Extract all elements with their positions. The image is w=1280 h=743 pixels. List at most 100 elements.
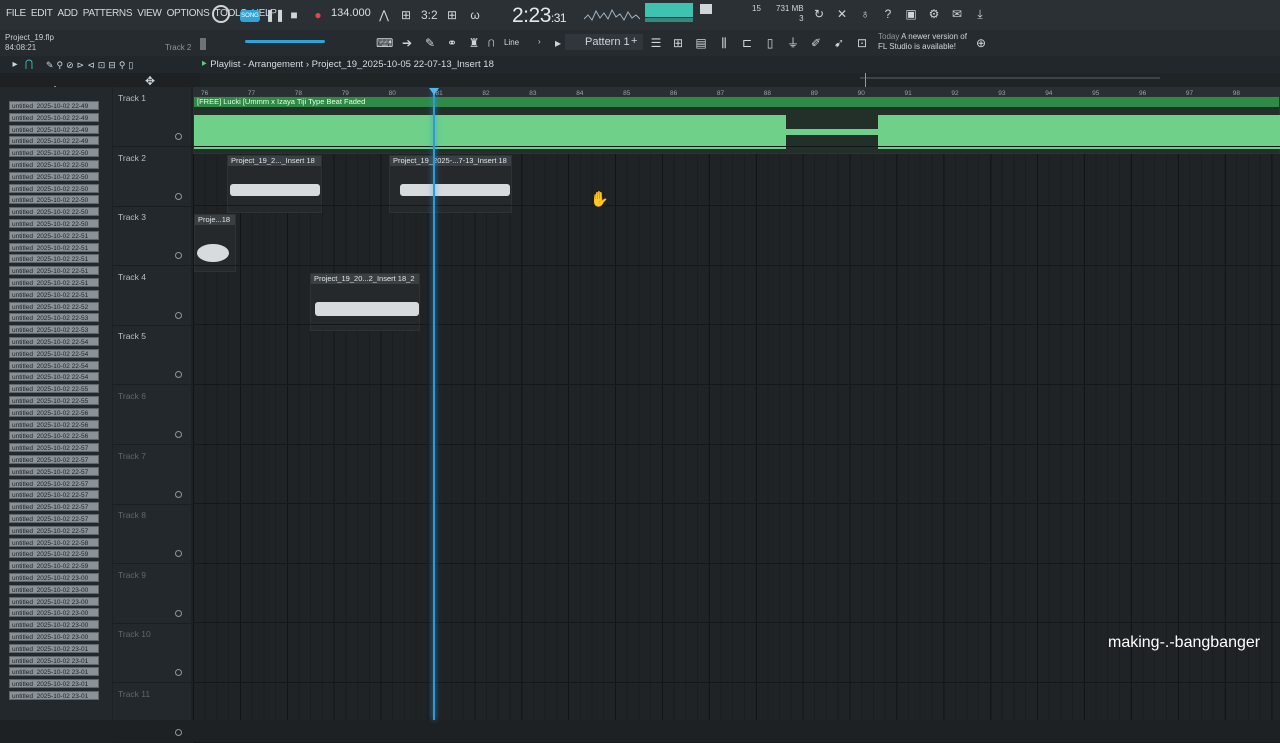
browser-file-item[interactable]: untitled_2025-10-02 22-58 xyxy=(9,537,99,547)
wait-input-icon[interactable]: ⊞ xyxy=(398,8,414,22)
tempo-display[interactable]: 134.000 xyxy=(331,7,371,19)
track-mute-icon[interactable] xyxy=(175,669,182,677)
track-header[interactable]: Track 1 xyxy=(113,87,191,147)
browser-tree-icon[interactable]: ⊏ xyxy=(740,36,754,50)
browser-file-item[interactable]: untitled_2025-10-02 22-53 xyxy=(9,325,99,335)
browser-file-item[interactable]: untitled_2025-10-02 22-50 xyxy=(9,160,99,169)
browser-file-item[interactable]: untitled_2025-10-02 22-51 xyxy=(9,230,99,240)
browser-file-item[interactable]: untitled_2025-10-02 22-50 xyxy=(9,183,99,193)
track-mute-icon[interactable] xyxy=(175,371,182,379)
menu-options[interactable]: OPTIONS xyxy=(167,8,210,19)
browser-file-item[interactable]: untitled_2025-10-02 22-57 xyxy=(9,502,99,512)
magnet-snap-icon[interactable]: ⋂ xyxy=(24,58,34,72)
browser-file-item[interactable]: untitled_2025-10-02 22-57 xyxy=(9,490,99,500)
track-mute-icon[interactable] xyxy=(175,729,182,736)
browser-file-item[interactable]: untitled_2025-10-02 22-49 xyxy=(9,136,99,146)
browser-file-item[interactable]: untitled_2025-10-02 23-01 xyxy=(9,655,99,665)
close-tools-icon[interactable]: ✕ xyxy=(835,7,849,21)
browser-file-item[interactable]: untitled_2025-10-02 23-00 xyxy=(9,573,99,582)
browser-file-item[interactable]: untitled_2025-10-02 22-59 xyxy=(9,561,99,571)
countdown-icon[interactable]: 3:2 xyxy=(421,8,438,22)
browser-file-item[interactable]: untitled_2025-10-02 22-57 xyxy=(9,466,99,476)
channel-rack-icon[interactable]: ⊞ xyxy=(671,36,685,50)
menu-edit[interactable]: EDIT xyxy=(31,8,53,19)
hint-icon[interactable]: ➹ xyxy=(832,36,846,50)
browser-file-item[interactable]: untitled_2025-10-02 22-49 xyxy=(9,124,99,134)
browser-file-item[interactable]: untitled_2025-10-02 23-01 xyxy=(9,667,99,677)
browser-file-item[interactable]: untitled_2025-10-02 23-00 xyxy=(9,596,99,606)
browser-file-item[interactable]: untitled_2025-10-02 22-53 xyxy=(9,313,99,323)
browser-file-item[interactable]: untitled_2025-10-02 23-01 xyxy=(9,691,99,700)
browser-file-item[interactable]: untitled_2025-10-02 22-50 xyxy=(9,171,99,181)
browser-file-item[interactable]: untitled_2025-10-02 22-50 xyxy=(9,207,99,217)
track-header[interactable]: Track 11 xyxy=(113,683,191,743)
browser-file-item[interactable]: untitled_2025-10-02 23-00 xyxy=(9,608,99,618)
browser-file-item[interactable]: untitled_2025-10-02 22-51 xyxy=(9,254,99,264)
menu-add[interactable]: ADD xyxy=(58,8,79,19)
menu-patterns[interactable]: PATTERNS xyxy=(83,8,133,19)
track-header[interactable]: Track 10 xyxy=(113,623,191,684)
help-icon[interactable]: ? xyxy=(881,7,895,21)
plug-icon[interactable]: ⏚ xyxy=(786,36,800,50)
arrow-icon[interactable]: ▸ xyxy=(10,58,20,72)
step-edit-icon[interactable]: ⊞ xyxy=(444,8,460,22)
microphone-icon[interactable]: ♁ xyxy=(858,7,872,21)
track-mute-icon[interactable] xyxy=(175,133,182,140)
playlist-tools-icons[interactable]: ✎⚲⊘⊳⊲⊡⊟⚲▯ xyxy=(46,58,186,72)
browser-file-item[interactable]: untitled_2025-10-02 22-54 xyxy=(9,372,99,382)
browser-file-item[interactable]: untitled_2025-10-02 22-54 xyxy=(9,360,99,370)
browser-file-item[interactable]: untitled_2025-10-02 22-54 xyxy=(9,337,99,346)
browser-file-item[interactable]: untitled_2025-10-02 22-50 xyxy=(9,148,99,158)
browser-file-item[interactable]: untitled_2025-10-02 22-56 xyxy=(9,407,99,417)
track-header[interactable]: Track 7 xyxy=(113,445,191,505)
menu-view[interactable]: VIEW xyxy=(137,8,162,19)
master-volume-slider[interactable] xyxy=(245,40,325,43)
chat-icon[interactable]: ✉ xyxy=(950,7,964,21)
pattern-selector[interactable]: Pattern 1 + xyxy=(565,34,643,50)
play-pattern-icon[interactable]: ▸ xyxy=(553,36,563,50)
browser-file-item[interactable]: untitled_2025-10-02 22-49 xyxy=(9,112,99,122)
browser-file-item[interactable]: untitled_2025-10-02 22-51 xyxy=(9,242,99,252)
audio-clip[interactable]: Proje...18 xyxy=(194,214,236,272)
track-header[interactable]: Track 4 xyxy=(113,266,191,326)
browser-file-item[interactable]: untitled_2025-10-02 22-51 xyxy=(9,278,99,287)
play-icon[interactable]: ⯈ xyxy=(200,59,210,70)
save-icon[interactable]: ▣ xyxy=(904,7,918,21)
track-header[interactable]: Track 8 xyxy=(113,504,191,565)
playhead[interactable] xyxy=(433,92,435,720)
recording-icon[interactable] xyxy=(212,5,230,23)
piano-roll-icon[interactable]: ▤ xyxy=(694,36,708,50)
browser-file-item[interactable]: untitled_2025-10-02 23-00 xyxy=(9,632,99,641)
mixer-preview-icon[interactable] xyxy=(700,4,712,14)
playlist-overview[interactable] xyxy=(200,73,1280,87)
browser-file-item[interactable]: untitled_2025-10-02 22-50 xyxy=(9,219,99,228)
news-panel[interactable]: Today A newer version of FL Studio is av… xyxy=(878,32,967,52)
track-mute-icon[interactable] xyxy=(175,490,182,498)
browser-file-item[interactable]: untitled_2025-10-02 22-51 xyxy=(9,266,99,276)
browser-file-item[interactable]: untitled_2025-10-02 22-51 xyxy=(9,289,99,299)
playhead-marker[interactable] xyxy=(429,88,439,95)
browser-file-item[interactable]: untitled_2025-10-02 22-50 xyxy=(9,195,99,205)
browser-file-item[interactable]: untitled_2025-10-02 22-56 xyxy=(9,419,99,429)
track-mute-icon[interactable] xyxy=(175,252,182,260)
stop-icon[interactable]: ■ xyxy=(287,8,301,22)
track-header[interactable]: Track 2 xyxy=(113,147,191,207)
track-mute-icon[interactable] xyxy=(175,550,182,558)
mixer-icon[interactable]: ⫼ xyxy=(717,36,731,50)
knob-icon[interactable] xyxy=(200,38,206,50)
track-mute-icon[interactable] xyxy=(175,192,182,200)
browser-file-item[interactable]: untitled_2025-10-02 22-57 xyxy=(9,478,99,488)
plugin-icon[interactable]: ⚙ xyxy=(927,7,941,21)
clipboard-icon[interactable]: ▯ xyxy=(763,36,777,50)
audio-clip[interactable]: Project_19_20...2_Insert 18_2 xyxy=(310,273,420,331)
browser-file-item[interactable]: untitled_2025-10-02 22-52 xyxy=(9,301,99,311)
browser-file-item[interactable]: untitled_2025-10-02 23-00 xyxy=(9,584,99,594)
browser-file-item[interactable]: untitled_2025-10-02 22-49 xyxy=(9,101,99,110)
browser-file-item[interactable]: untitled_2025-10-02 22-57 xyxy=(9,525,99,535)
undo-history-icon[interactable]: ↻ xyxy=(812,7,826,21)
link-icon[interactable]: ⚭ xyxy=(445,36,459,50)
arrow-right-icon[interactable]: ➔ xyxy=(400,36,414,50)
metronome-icon[interactable]: ⋀ xyxy=(376,8,392,22)
browser-file-item[interactable]: untitled_2025-10-02 23-01 xyxy=(9,643,99,653)
globe-icon[interactable]: ⊕ xyxy=(974,36,988,50)
